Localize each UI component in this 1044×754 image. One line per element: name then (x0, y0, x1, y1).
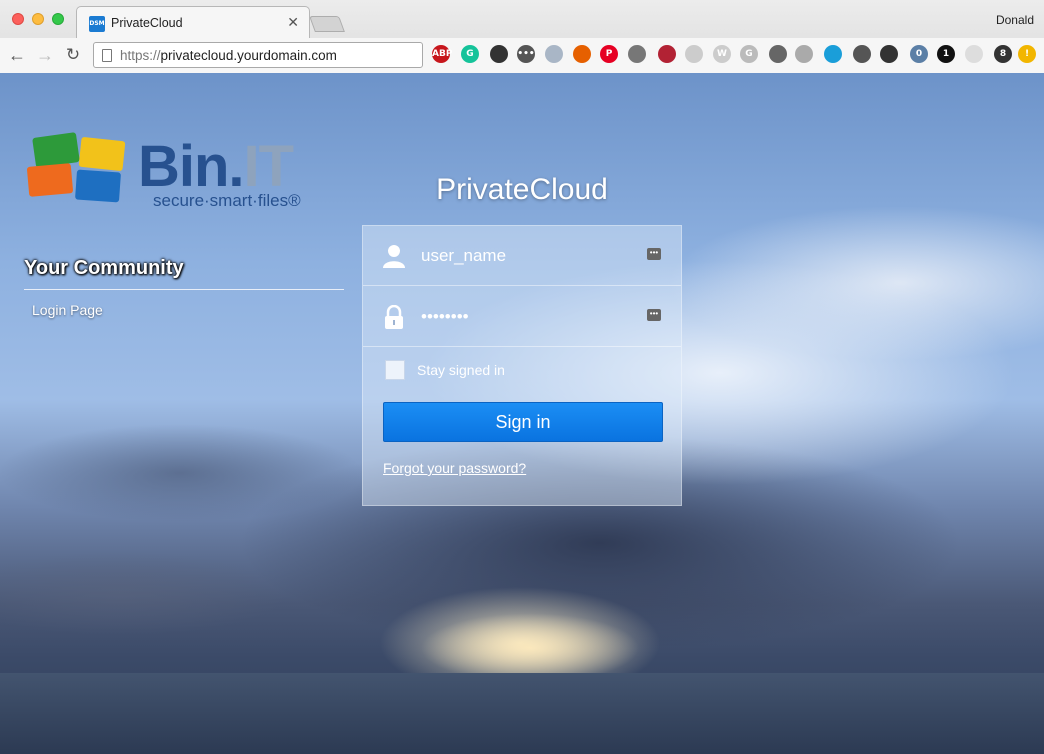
login-page-link[interactable]: Login Page (32, 302, 103, 318)
browser-chrome: DSM PrivateCloud ✕ Donald ← → ↻ https://… (0, 0, 1044, 73)
cast-icon[interactable] (795, 45, 813, 63)
reload-icon[interactable]: ↻ (62, 44, 84, 66)
sign-in-button[interactable]: Sign in (383, 402, 663, 442)
snowflake-icon[interactable] (880, 45, 898, 63)
abp-icon[interactable]: ABP (432, 45, 452, 63)
stay-signed-in-label[interactable]: Stay signed in (417, 362, 505, 378)
green-bin-icon (32, 132, 80, 168)
username-row: ••• (363, 226, 681, 286)
tab-title: PrivateCloud (111, 16, 183, 30)
binit-logo: Bin.IT secure·smart·files® (26, 131, 338, 211)
dsm-favicon-icon: DSM (89, 16, 105, 32)
sea-background (0, 673, 1044, 754)
page-icon-ext[interactable] (965, 45, 983, 63)
owl-icon[interactable] (490, 45, 508, 63)
tab-bar: DSM PrivateCloud ✕ Donald (0, 0, 1044, 38)
orange-bin-icon (26, 163, 74, 197)
app-title: PrivateCloud (436, 173, 608, 206)
back-arrow-icon[interactable]: ← (6, 44, 28, 66)
password-manager-icon[interactable]: ••• (647, 248, 661, 260)
login-page: Bin.IT secure·smart·files® Your Communit… (0, 73, 1044, 754)
dots-icon[interactable]: ••• (517, 45, 535, 63)
lock-icon (385, 305, 403, 329)
pinterest-icon[interactable]: P (600, 45, 618, 63)
url-text[interactable]: https://privatecloud.yourdomain.com (120, 48, 337, 63)
forgot-password-link[interactable]: Forgot your password? (383, 460, 526, 476)
stay-signed-in-checkbox[interactable] (385, 360, 405, 380)
yellow-bin-icon (78, 136, 126, 172)
w-icon[interactable]: W (713, 45, 731, 63)
clock-icon[interactable] (685, 45, 703, 63)
chart-icon[interactable]: 0 (910, 45, 928, 63)
community-heading: Your Community (24, 257, 184, 279)
tab-close-icon[interactable]: ✕ (287, 14, 299, 31)
badge-icon[interactable]: 8 (994, 45, 1012, 63)
browser-toolbar: ← → ↻ https://privatecloud.yourdomain.co… (0, 38, 1044, 73)
community-divider (24, 289, 344, 290)
password-row: ••• (363, 287, 681, 347)
tab-privatecloud[interactable]: DSM PrivateCloud ✕ (76, 6, 310, 38)
g-icon[interactable]: G (740, 45, 758, 63)
evernote-icon[interactable] (769, 45, 787, 63)
logo-wordmark: Bin.IT (138, 134, 294, 199)
warning-icon[interactable]: ! (1018, 45, 1036, 63)
profile-name[interactable]: Donald (996, 13, 1034, 27)
crop-icon[interactable] (824, 45, 842, 63)
page-info-icon[interactable] (102, 49, 112, 62)
download-icon[interactable] (545, 45, 563, 63)
onepassword-icon[interactable]: 1 (937, 45, 955, 63)
logo-tagline: secure·smart·files® (153, 191, 301, 210)
note-icon[interactable] (628, 45, 646, 63)
user-icon (383, 245, 405, 268)
new-tab-button[interactable] (309, 16, 345, 32)
window-minimize-button[interactable] (32, 13, 44, 25)
address-bar[interactable]: https://privatecloud.yourdomain.com (93, 42, 423, 68)
login-panel: ••• ••• Stay signed in Sign in Forgot yo… (362, 225, 682, 506)
film-icon[interactable] (853, 45, 871, 63)
grammarly-icon[interactable]: G (461, 45, 479, 63)
username-input[interactable] (421, 244, 641, 268)
flag-icon[interactable] (658, 45, 676, 63)
window-close-button[interactable] (12, 13, 24, 25)
password-input[interactable] (421, 305, 641, 329)
blue-bin-icon (75, 169, 121, 203)
forward-arrow-icon[interactable]: → (34, 44, 56, 66)
password-manager-icon[interactable]: ••• (647, 309, 661, 321)
window-maximize-button[interactable] (52, 13, 64, 25)
firefox-icon[interactable] (573, 45, 591, 63)
